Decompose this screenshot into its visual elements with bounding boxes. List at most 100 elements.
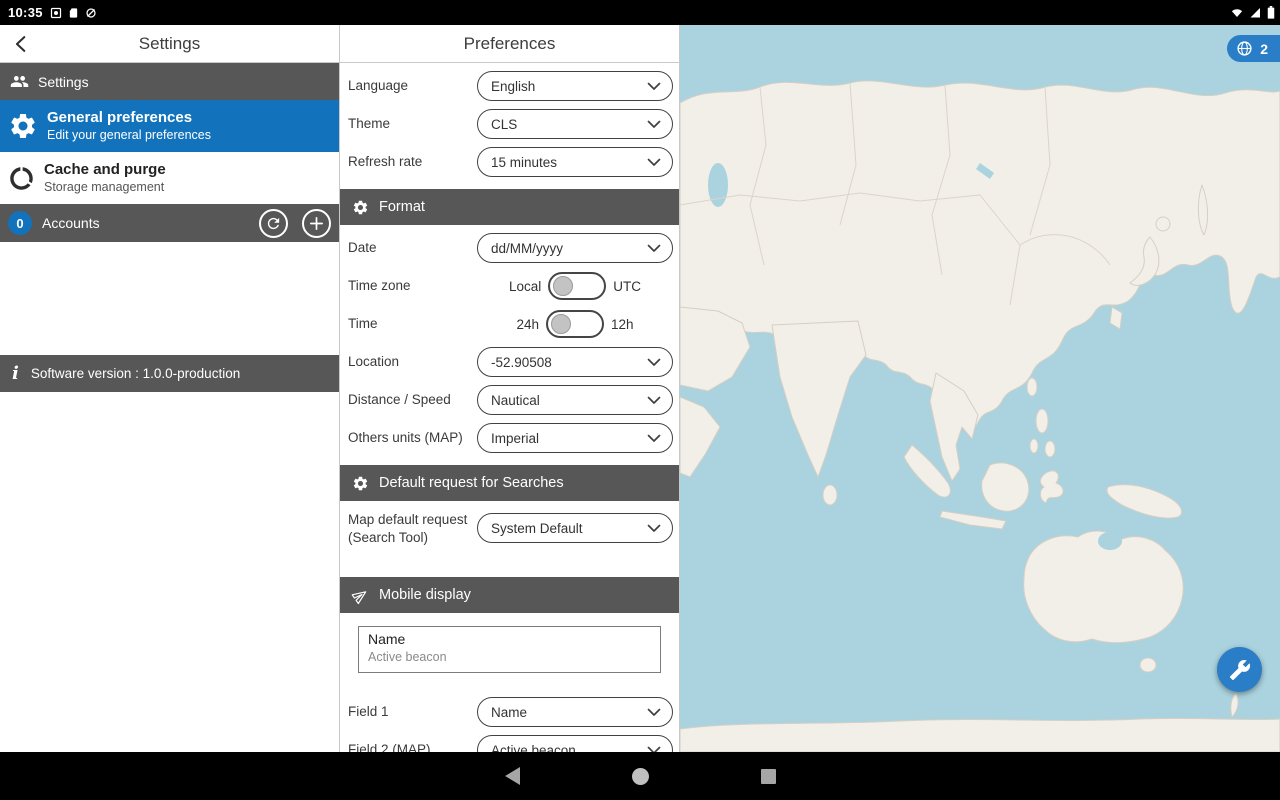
toggle-knob bbox=[553, 276, 573, 296]
map-default-request-value: System Default bbox=[491, 521, 647, 536]
field2-label: Field 2 (MAP) bbox=[348, 741, 477, 752]
theme-label: Theme bbox=[348, 115, 477, 133]
cellular-signal-icon bbox=[1249, 7, 1262, 19]
field2-dropdown[interactable]: Active beacon bbox=[477, 735, 673, 752]
time-zone-toggle[interactable] bbox=[548, 272, 606, 300]
searches-section-label: Default request for Searches bbox=[379, 475, 564, 491]
settings-section-header: Settings bbox=[0, 63, 339, 100]
data-saver-icon bbox=[85, 7, 97, 19]
plus-icon bbox=[308, 215, 325, 232]
screenshot-icon bbox=[50, 7, 62, 19]
people-icon bbox=[10, 72, 29, 91]
chevron-down-icon bbox=[647, 708, 661, 717]
refresh-rate-row: Refresh rate 15 minutes bbox=[340, 143, 679, 181]
mobile-display-section-header: Mobile display bbox=[340, 577, 679, 613]
language-dropdown[interactable]: English bbox=[477, 71, 673, 101]
sidebar-item-subtitle: Edit your general preferences bbox=[47, 128, 211, 144]
preferences-panel-title: Preferences bbox=[464, 34, 556, 54]
chevron-down-icon bbox=[647, 434, 661, 443]
refresh-rate-label: Refresh rate bbox=[348, 153, 477, 171]
nav-back-button[interactable] bbox=[505, 767, 520, 785]
theme-value: CLS bbox=[491, 117, 647, 132]
back-button[interactable] bbox=[6, 25, 38, 62]
accounts-label: Accounts bbox=[42, 215, 249, 231]
app-body: Settings Settings General preferences Ed… bbox=[0, 25, 1280, 752]
wifi-icon bbox=[1230, 7, 1244, 19]
preferences-panel: Preferences Language English Theme CLS R… bbox=[340, 25, 680, 752]
chevron-left-icon bbox=[11, 33, 33, 55]
time-option-24h: 24h bbox=[516, 317, 539, 332]
add-account-button[interactable] bbox=[302, 209, 331, 238]
mobile-display-section-label: Mobile display bbox=[379, 587, 471, 603]
status-bar: 10:35 bbox=[0, 0, 1280, 25]
display-preview-box: Name Active beacon bbox=[358, 626, 661, 673]
other-units-dropdown[interactable]: Imperial bbox=[477, 423, 673, 453]
field1-label: Field 1 bbox=[348, 703, 477, 721]
map-layers-count: 2 bbox=[1260, 41, 1268, 57]
chevron-down-icon bbox=[647, 524, 661, 533]
refresh-icon bbox=[265, 215, 282, 232]
other-units-value: Imperial bbox=[491, 431, 647, 446]
map-default-request-label: Map default request (Search Tool) bbox=[348, 511, 477, 546]
chevron-down-icon bbox=[647, 120, 661, 129]
distance-speed-label: Distance / Speed bbox=[348, 391, 477, 409]
date-format-value: dd/MM/yyyy bbox=[491, 241, 647, 256]
paper-plane-icon bbox=[349, 583, 373, 607]
time-option-12h: 12h bbox=[611, 317, 634, 332]
globe-icon bbox=[1236, 40, 1253, 57]
time-row: Time 24h 12h bbox=[340, 305, 679, 343]
map-default-request-row: Map default request (Search Tool) System… bbox=[340, 505, 679, 569]
time-format-toggle[interactable] bbox=[546, 310, 604, 338]
other-units-row: Others units (MAP) Imperial bbox=[340, 419, 679, 457]
display-preview-line2: Active beacon bbox=[368, 650, 651, 664]
field1-row: Field 1 Name bbox=[340, 693, 679, 731]
chevron-down-icon bbox=[647, 158, 661, 167]
info-icon: i bbox=[12, 365, 19, 383]
searches-section-header: Default request for Searches bbox=[340, 465, 679, 501]
distance-speed-value: Nautical bbox=[491, 393, 647, 408]
sidebar-item-cache-purge[interactable]: Cache and purge Storage management bbox=[0, 152, 339, 204]
version-bar: i Software version : 1.0.0-production bbox=[0, 355, 339, 392]
wrench-icon bbox=[1229, 659, 1251, 681]
status-notification-icons bbox=[50, 7, 97, 19]
sidebar-item-subtitle: Storage management bbox=[44, 180, 166, 196]
pie-chart-icon bbox=[8, 165, 35, 192]
screen: 10:35 Settings Settings bbox=[0, 0, 1280, 800]
sidebar-item-general-preferences[interactable]: General preferences Edit your general pr… bbox=[0, 100, 339, 152]
sidebar-item-title: General preferences bbox=[47, 109, 211, 128]
software-version-text: Software version : 1.0.0-production bbox=[31, 366, 240, 381]
nav-recents-button[interactable] bbox=[761, 769, 776, 784]
display-preview-line1: Name bbox=[368, 631, 651, 647]
toggle-knob bbox=[551, 314, 571, 334]
date-format-dropdown[interactable]: dd/MM/yyyy bbox=[477, 233, 673, 263]
settings-panel-title: Settings bbox=[139, 34, 200, 54]
format-section-label: Format bbox=[379, 199, 425, 215]
map-tools-fab[interactable] bbox=[1217, 647, 1262, 692]
gear-icon bbox=[352, 199, 369, 216]
settings-panel-spacer bbox=[0, 242, 339, 355]
chevron-down-icon bbox=[647, 82, 661, 91]
map-default-request-dropdown[interactable]: System Default bbox=[477, 513, 673, 543]
theme-row: Theme CLS bbox=[340, 105, 679, 143]
distance-speed-dropdown[interactable]: Nautical bbox=[477, 385, 673, 415]
map[interactable]: 2 bbox=[680, 25, 1280, 752]
android-nav-bar bbox=[0, 752, 1280, 800]
date-row: Date dd/MM/yyyy bbox=[340, 229, 679, 267]
chevron-down-icon bbox=[647, 358, 661, 367]
nav-home-button[interactable] bbox=[632, 768, 649, 785]
accounts-header: 0 Accounts bbox=[0, 204, 339, 242]
sidebar-item-text: General preferences Edit your general pr… bbox=[47, 109, 211, 143]
field1-value: Name bbox=[491, 705, 647, 720]
theme-dropdown[interactable]: CLS bbox=[477, 109, 673, 139]
accounts-count-badge: 0 bbox=[8, 211, 32, 235]
map-layers-badge[interactable]: 2 bbox=[1227, 35, 1280, 62]
date-label: Date bbox=[348, 239, 477, 257]
refresh-accounts-button[interactable] bbox=[259, 209, 288, 238]
refresh-rate-dropdown[interactable]: 15 minutes bbox=[477, 147, 673, 177]
field1-dropdown[interactable]: Name bbox=[477, 697, 673, 727]
field2-value: Active beacon bbox=[491, 743, 647, 753]
time-toggle-group: 24h 12h bbox=[477, 310, 673, 338]
status-system-icons bbox=[1230, 6, 1280, 19]
time-zone-option-local: Local bbox=[509, 279, 541, 294]
location-format-dropdown[interactable]: -52.90508 bbox=[477, 347, 673, 377]
